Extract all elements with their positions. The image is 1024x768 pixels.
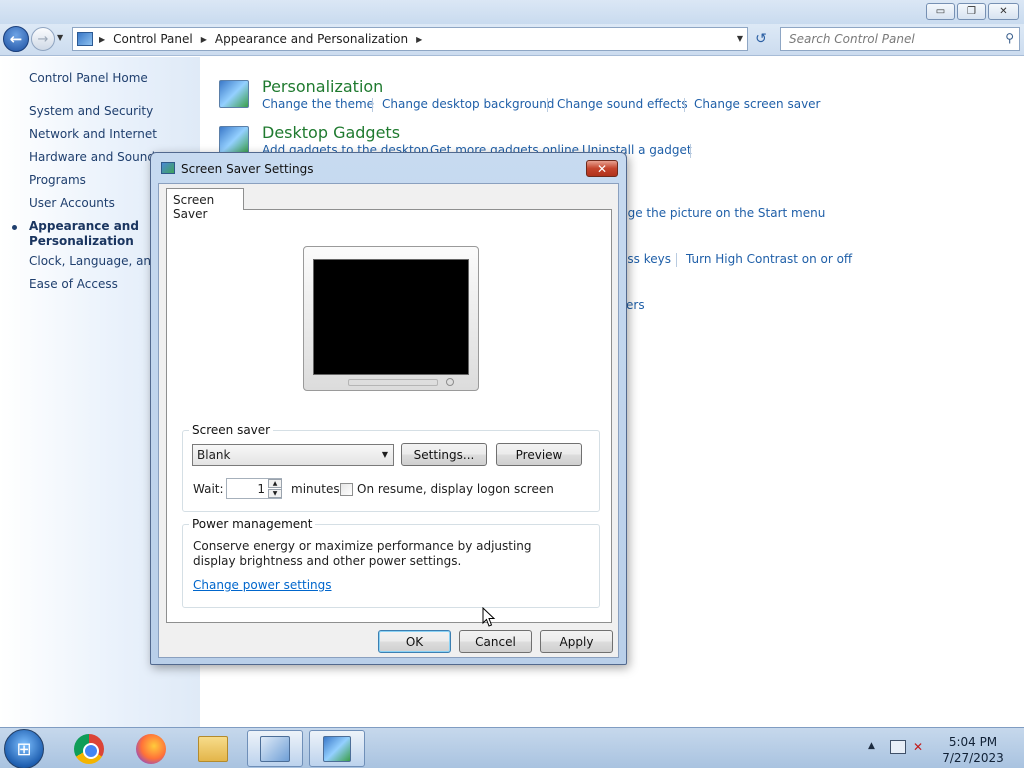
breadcrumb-control-panel[interactable]: Control Panel — [113, 32, 193, 46]
screen-saver-select[interactable]: Blank ▼ — [192, 444, 394, 466]
preview-button[interactable]: Preview — [496, 443, 582, 466]
sidebar-item-hardware[interactable]: Hardware and Sound — [29, 150, 155, 164]
control-panel-icon — [77, 32, 93, 46]
settings-button[interactable]: Settings... — [401, 443, 487, 466]
search-icon[interactable]: ⚲ — [1005, 31, 1014, 45]
tray-overflow-icon[interactable]: ▲ — [868, 741, 875, 751]
sidebar-item-system-security[interactable]: System and Security — [29, 104, 153, 118]
address-bar[interactable]: ▶ Control Panel ▶ Appearance and Persona… — [72, 27, 748, 51]
spin-up-icon[interactable]: ▲ — [268, 479, 282, 488]
sidebar-item-user-accounts[interactable]: User Accounts — [29, 196, 115, 210]
network-icon[interactable] — [890, 740, 906, 754]
monitor-base — [348, 379, 438, 386]
chevron-right-icon[interactable]: ▶ — [201, 35, 207, 44]
window-titlebar: ▭ ❐ ✕ — [0, 0, 1024, 24]
taskbar-control-panel[interactable] — [247, 730, 303, 767]
task-fonts[interactable]: ers — [626, 298, 645, 312]
resume-logon-checkbox[interactable] — [340, 483, 353, 496]
navigation-bar: ← → ▼ ▶ Control Panel ▶ Appearance and P… — [0, 24, 1024, 56]
sidebar-item-appearance[interactable]: Appearance and Personalization — [29, 219, 139, 249]
screen-saver-icon — [323, 735, 351, 762]
task-high-contrast[interactable]: Turn High Contrast on or off — [686, 252, 852, 266]
active-bullet-icon — [12, 225, 17, 230]
clock-time: 5:04 PM — [948, 735, 998, 749]
screen-saver-group-label: Screen saver — [189, 423, 274, 437]
chevron-right-icon[interactable]: ▶ — [99, 35, 105, 44]
task-separator — [372, 98, 373, 112]
task-separator — [690, 144, 691, 158]
address-dropdown-icon[interactable]: ▼ — [737, 34, 743, 43]
back-arrow-icon[interactable]: ← — [3, 26, 29, 52]
volume-muted-icon[interactable]: ✕ — [913, 740, 931, 755]
task-change-desktop-background[interactable]: Change desktop background — [382, 97, 554, 111]
screen-saver-icon — [161, 162, 175, 174]
sidebar-item-programs[interactable]: Programs — [29, 173, 86, 187]
clock-date: 7/27/2023 — [942, 751, 1004, 765]
start-button[interactable]: ⊞ — [4, 729, 44, 768]
mouse-cursor-icon — [482, 607, 496, 627]
recent-pages-dropdown-icon[interactable]: ▼ — [57, 33, 63, 42]
sidebar-item-ease-of-access[interactable]: Ease of Access — [29, 277, 118, 291]
screen-saver-group: Screen saver Blank ▼ Settings... Preview… — [182, 423, 600, 512]
wait-stepper[interactable]: 1 ▲ ▼ — [226, 478, 282, 499]
cancel-button[interactable]: Cancel — [459, 630, 532, 653]
minimize-button[interactable]: ▭ — [926, 3, 955, 20]
task-separator — [676, 253, 677, 267]
screen-saver-dialog: Screen Saver Settings ✕ Screen Saver Scr… — [150, 152, 627, 665]
personalization-icon[interactable] — [219, 80, 249, 108]
taskbar-screen-saver-settings[interactable] — [309, 730, 365, 767]
power-management-group: Power management Conserve energy or maxi… — [182, 517, 600, 608]
task-sticky-keys[interactable]: ess keys — [620, 252, 671, 266]
resume-logon-label[interactable]: On resume, display logon screen — [357, 482, 554, 496]
clock[interactable]: 5:04 PM 7/27/2023 — [940, 734, 1006, 766]
task-change-screen-saver[interactable]: Change screen saver — [694, 97, 821, 111]
control-panel-icon — [260, 735, 290, 762]
folder-icon — [198, 735, 228, 762]
task-change-start-menu-picture[interactable]: nge the picture on the Start menu — [620, 206, 825, 220]
monitor-power-icon — [446, 378, 454, 386]
sidebar-item-network[interactable]: Network and Internet — [29, 127, 157, 141]
minutes-label: minutes — [291, 482, 340, 496]
task-change-sound-effects[interactable]: Change sound effects — [557, 97, 688, 111]
task-change-theme[interactable]: Change the theme — [262, 97, 374, 111]
chevron-right-icon[interactable]: ▶ — [416, 35, 422, 44]
taskbar-file-explorer[interactable] — [185, 730, 241, 767]
personalization-title[interactable]: Personalization — [262, 77, 383, 96]
refresh-icon[interactable]: ↺ — [750, 28, 772, 50]
tab-screen-saver[interactable]: Screen Saver — [166, 188, 244, 221]
breadcrumb-appearance[interactable]: Appearance and Personalization — [215, 32, 408, 46]
monitor-preview — [303, 246, 479, 391]
ok-button[interactable]: OK — [378, 630, 451, 653]
power-management-group-label: Power management — [189, 517, 316, 531]
dialog-client: Screen Saver Screen saver Blank ▼ Settin… — [158, 183, 619, 658]
sidebar-item-home[interactable]: Control Panel Home — [29, 71, 148, 85]
forward-arrow-icon[interactable]: → — [31, 27, 55, 51]
wait-input[interactable]: 1 — [227, 482, 265, 496]
spin-down-icon[interactable]: ▼ — [268, 489, 282, 498]
chevron-down-icon[interactable]: ▼ — [382, 450, 388, 459]
taskbar: ⊞ ▲ ✕ 5:04 PM 7/27/2023 — [0, 727, 1024, 768]
task-separator — [547, 98, 548, 112]
screen-saver-selected: Blank — [197, 448, 231, 462]
desktop-gadgets-title[interactable]: Desktop Gadgets — [262, 123, 400, 142]
close-button[interactable]: ✕ — [988, 3, 1019, 20]
chrome-icon — [74, 733, 104, 764]
task-separator — [684, 98, 685, 112]
dialog-title: Screen Saver Settings — [181, 162, 314, 176]
search-placeholder: Search Control Panel — [789, 32, 915, 46]
change-power-settings-link[interactable]: Change power settings — [193, 578, 332, 592]
desktop-gadgets-icon[interactable] — [219, 126, 249, 154]
search-input[interactable]: Search Control Panel ⚲ — [780, 27, 1020, 51]
taskbar-firefox[interactable] — [123, 730, 179, 767]
dialog-close-button[interactable]: ✕ — [586, 160, 618, 177]
power-description: Conserve energy or maximize performance … — [193, 539, 532, 568]
maximize-button[interactable]: ❐ — [957, 3, 986, 20]
apply-button[interactable]: Apply — [540, 630, 613, 653]
taskbar-chrome[interactable] — [61, 730, 117, 767]
wait-label: Wait: — [193, 482, 224, 496]
tab-panel: Screen saver Blank ▼ Settings... Preview… — [166, 209, 612, 623]
firefox-icon — [136, 733, 166, 764]
monitor-screen — [313, 259, 469, 375]
